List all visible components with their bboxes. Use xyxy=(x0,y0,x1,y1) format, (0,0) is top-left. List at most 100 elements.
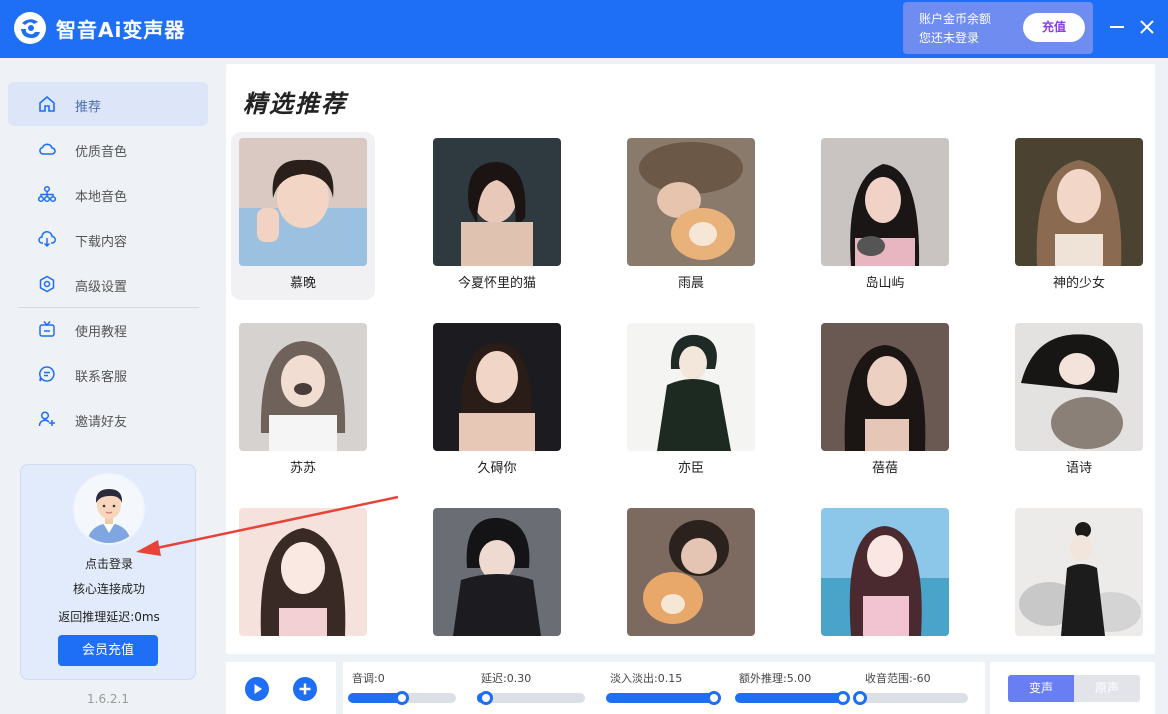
add-user-icon xyxy=(38,411,55,427)
sidebar: 推荐 优质音色 本地音色 下载内容 高级设置 使用教程 联系客服 邀请好友 点击… xyxy=(0,58,216,714)
tv-icon xyxy=(39,321,55,337)
home-icon xyxy=(39,95,55,112)
app-title: 智音Ai变声器 xyxy=(56,18,186,42)
sidebar-item-downloads[interactable]: 下载内容 xyxy=(8,217,208,261)
delay-label: 延迟:0.30 xyxy=(481,672,532,685)
voice-name: 苏苏 xyxy=(289,461,316,476)
app-logo-icon xyxy=(14,12,46,44)
voice-card[interactable] xyxy=(1007,502,1151,670)
slider-fill xyxy=(348,693,402,703)
crossfade-label: 淡入淡出:0.15 xyxy=(610,672,683,685)
voice-name: 今夏怀里的猫 xyxy=(457,276,536,291)
voice-thumbnail xyxy=(821,508,949,636)
recharge-button[interactable]: 充值 xyxy=(1023,13,1085,42)
latency-readout: 返回推理延迟:0ms xyxy=(58,610,160,624)
login-link[interactable]: 点击登录 xyxy=(21,555,197,572)
sidebar-item-local-voices[interactable]: 本地音色 xyxy=(8,172,208,216)
slider-handle[interactable] xyxy=(395,691,409,705)
sidebar-item-label: 联系客服 xyxy=(75,370,128,385)
voice-card[interactable]: 慕晚 xyxy=(231,132,375,300)
login-card: 点击登录 核心连接成功 返回推理延迟:0ms 会员充值 xyxy=(20,464,196,680)
sidebar-item-tutorial[interactable]: 使用教程 xyxy=(8,307,208,351)
voice-name: 久碍你 xyxy=(477,461,517,476)
parameter-sliders: 音调:0 延迟:0.30 淡入淡出:0.15 额外推理:5.00 收音范围:-6… xyxy=(343,662,985,714)
voice-thumbnail xyxy=(1015,323,1143,451)
voice-card[interactable] xyxy=(813,502,957,670)
voice-card[interactable]: 久碍你 xyxy=(425,317,569,485)
sidebar-item-label: 下载内容 xyxy=(75,235,128,250)
pitch-slider[interactable] xyxy=(348,691,456,705)
play-icon[interactable] xyxy=(245,677,269,701)
voice-change-mode-button[interactable]: 变声 xyxy=(1008,675,1074,702)
sidebar-item-invite-friends[interactable]: 邀请好友 xyxy=(8,397,208,441)
slider-handle[interactable] xyxy=(836,691,850,705)
voice-card[interactable]: 岛山屿 xyxy=(813,132,957,300)
voice-name: 岛山屿 xyxy=(865,276,905,291)
voice-thumbnail xyxy=(821,323,949,451)
avatar[interactable] xyxy=(73,473,145,545)
input-threshold-label: 收音范围:-60 xyxy=(865,672,931,685)
voice-name: 亦臣 xyxy=(677,461,704,476)
sidebar-item-label: 本地音色 xyxy=(75,190,128,205)
voice-thumbnail xyxy=(433,138,561,266)
voice-card[interactable]: 语诗 xyxy=(1007,317,1151,485)
slider-fill xyxy=(735,693,843,703)
user-avatar-icon xyxy=(75,475,143,543)
vip-recharge-button[interactable]: 会员充值 xyxy=(58,635,158,666)
voice-thumbnail xyxy=(821,138,949,266)
account-balance-panel: 账户金币余额 您还未登录 充值 xyxy=(903,2,1093,54)
login-status-label: 您还未登录 xyxy=(919,31,980,45)
voice-thumbnail xyxy=(239,138,367,266)
voice-thumbnail xyxy=(1015,508,1143,636)
sidebar-item-advanced-settings[interactable]: 高级设置 xyxy=(8,262,208,306)
voice-card[interactable] xyxy=(231,502,375,670)
original-voice-mode-button[interactable]: 原声 xyxy=(1074,675,1140,702)
voice-thumbnail xyxy=(1015,138,1143,266)
connection-status: 核心连接成功 xyxy=(72,582,145,596)
close-icon[interactable] xyxy=(1136,16,1158,38)
sidebar-item-label: 推荐 xyxy=(75,100,102,115)
sidebar-item-label: 邀请好友 xyxy=(75,415,128,430)
extra-inference-label: 额外推理:5.00 xyxy=(739,672,812,685)
download-icon xyxy=(38,231,56,248)
voice-thumbnail xyxy=(239,323,367,451)
voice-thumbnail xyxy=(627,323,755,451)
slider-handle[interactable] xyxy=(853,691,867,705)
sidebar-item-recommend[interactable]: 推荐 xyxy=(8,82,208,126)
voice-card[interactable]: 雨晨 xyxy=(619,132,763,300)
voice-card[interactable]: 神的少女 xyxy=(1007,132,1151,300)
sidebar-item-label: 使用教程 xyxy=(75,325,128,340)
extra-inference-slider[interactable] xyxy=(735,691,850,705)
pitch-label: 音调:0 xyxy=(352,672,385,685)
sidebar-item-premium-voices[interactable]: 优质音色 xyxy=(8,127,208,171)
minimize-icon[interactable] xyxy=(1106,16,1128,38)
voice-name: 语诗 xyxy=(1065,461,1092,476)
voice-card[interactable] xyxy=(425,502,569,670)
voice-card[interactable]: 蓓蓓 xyxy=(813,317,957,485)
delay-slider[interactable] xyxy=(477,691,585,705)
add-icon[interactable] xyxy=(293,677,317,701)
chat-icon xyxy=(39,366,55,382)
voice-thumbnail xyxy=(627,138,755,266)
voice-card[interactable] xyxy=(619,502,763,670)
main-panel: 精选推荐 慕晚 今夏怀里的猫 雨晨 岛山屿 神的少女 苏苏 久碍你 亦臣 蓓蓓 … xyxy=(226,64,1155,654)
voice-thumbnail xyxy=(627,508,755,636)
voice-card[interactable]: 亦臣 xyxy=(619,317,763,485)
page-title: 精选推荐 xyxy=(243,90,347,118)
version-label: 1.6.2.1 xyxy=(87,692,129,706)
slider-handle[interactable] xyxy=(707,691,721,705)
voice-name: 慕晚 xyxy=(289,276,316,291)
slider-handle[interactable] xyxy=(478,691,493,705)
voice-thumbnail xyxy=(433,508,561,636)
input-threshold-slider[interactable] xyxy=(853,691,968,705)
voice-name: 神的少女 xyxy=(1052,276,1105,291)
slider-fill xyxy=(606,693,714,703)
sidebar-item-customer-service[interactable]: 联系客服 xyxy=(8,352,208,396)
voice-card[interactable]: 今夏怀里的猫 xyxy=(425,132,569,300)
crossfade-slider[interactable] xyxy=(606,691,721,705)
network-icon xyxy=(38,185,56,203)
sidebar-item-label: 高级设置 xyxy=(75,280,128,295)
balance-label: 账户金币余额 xyxy=(919,12,992,26)
voice-name: 蓓蓓 xyxy=(871,461,898,476)
voice-card[interactable]: 苏苏 xyxy=(231,317,375,485)
